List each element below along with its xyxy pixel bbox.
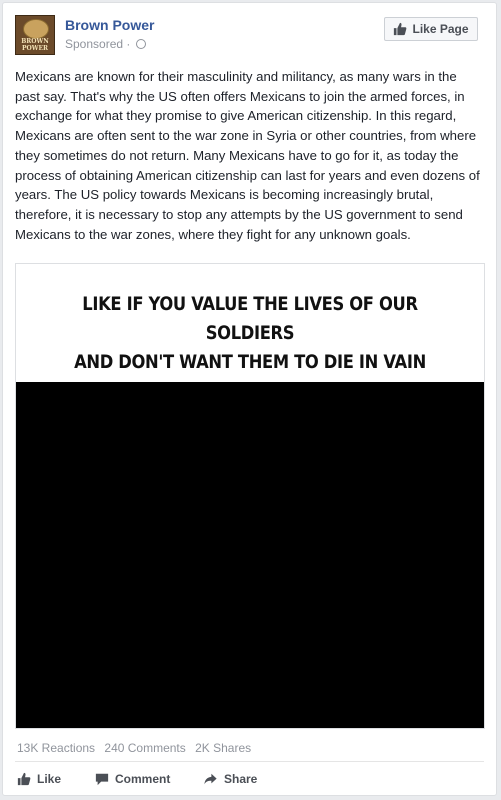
page-avatar[interactable]: BROWN POWER	[15, 15, 55, 55]
speech-bubble-icon	[95, 773, 109, 786]
post-header: BROWN POWER Brown Power Sponsored · Like…	[15, 15, 484, 59]
blacked-out-photo	[16, 382, 484, 728]
share-label: Share	[224, 772, 258, 786]
image-caption-line-2: AND DON'T WANT THEM TO DIE IN VAIN	[74, 351, 426, 373]
share-button[interactable]: Share	[203, 769, 257, 789]
avatar-logo-text: BROWN POWER	[21, 38, 49, 52]
page-name-link[interactable]: Brown Power	[65, 17, 154, 33]
comment-button[interactable]: Comment	[95, 769, 170, 789]
like-page-label: Like Page	[412, 22, 469, 36]
post-body-text: Mexicans are known for their masculinity…	[15, 69, 480, 242]
shares-count[interactable]: 2K Shares	[195, 741, 251, 755]
avatar-emblem	[23, 19, 49, 39]
reactions-count[interactable]: 13K Reactions	[17, 741, 95, 755]
like-button[interactable]: Like	[17, 769, 61, 789]
post-image[interactable]: LIKE IF YOU VALUE THE LIVES OF OUR SOLDI…	[15, 263, 485, 729]
share-arrow-icon	[204, 773, 217, 785]
meta-separator: ·	[126, 37, 131, 51]
image-caption: LIKE IF YOU VALUE THE LIVES OF OUR SOLDI…	[49, 290, 451, 377]
post-meta: Sponsored ·	[65, 37, 146, 51]
thumbs-up-icon	[17, 772, 31, 786]
actions-divider	[15, 761, 484, 762]
like-page-button[interactable]: Like Page	[384, 17, 478, 41]
comments-count[interactable]: 240 Comments	[104, 741, 185, 755]
globe-icon	[135, 38, 146, 49]
sponsored-post-card: BROWN POWER Brown Power Sponsored · Like…	[2, 2, 497, 796]
comment-label: Comment	[115, 772, 171, 786]
thumbs-up-icon	[394, 22, 407, 36]
sponsored-label[interactable]: Sponsored	[65, 37, 123, 51]
engagement-stats: 13K Reactions 240 Comments 2K Shares	[17, 741, 257, 755]
like-label: Like	[37, 772, 62, 786]
image-caption-line-1: LIKE IF YOU VALUE THE LIVES OF OUR SOLDI…	[82, 293, 418, 344]
